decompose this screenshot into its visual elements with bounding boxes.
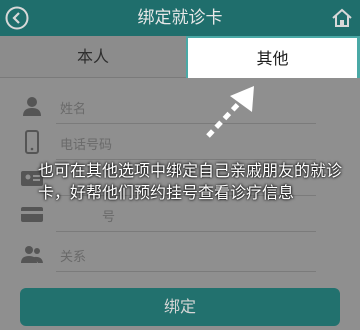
dashed-arrow-icon bbox=[206, 86, 254, 138]
page-title: 绑定就诊卡 bbox=[137, 8, 223, 28]
header-bar: 绑定就诊卡 bbox=[0, 0, 360, 36]
tutorial-annotation: 也可在其他选项中绑定自己亲戚朋友的就诊卡，好帮他们预约挂号查看诊疗信息 bbox=[38, 161, 343, 202]
divider bbox=[56, 271, 316, 272]
relation-placeholder: 关系 bbox=[60, 250, 87, 265]
tab-other[interactable]: 其他 bbox=[186, 36, 360, 78]
people-icon bbox=[21, 246, 43, 263]
tab-self[interactable]: 本人 bbox=[0, 36, 186, 78]
card-number-placeholder: 号 bbox=[102, 210, 116, 225]
card-icon bbox=[21, 207, 43, 222]
person-icon bbox=[23, 97, 41, 116]
name-field[interactable]: 姓名 bbox=[16, 90, 316, 124]
relation-field[interactable]: 关系 bbox=[16, 238, 316, 272]
divider bbox=[56, 123, 316, 124]
home-icon[interactable] bbox=[330, 6, 354, 30]
phone-placeholder: 电话号码 bbox=[60, 138, 113, 153]
phone-icon bbox=[25, 130, 39, 154]
name-placeholder: 姓名 bbox=[60, 102, 87, 117]
divider bbox=[56, 231, 316, 232]
bind-button[interactable]: 绑定 bbox=[20, 288, 340, 326]
phone-field[interactable]: 电话号码 bbox=[16, 126, 316, 160]
